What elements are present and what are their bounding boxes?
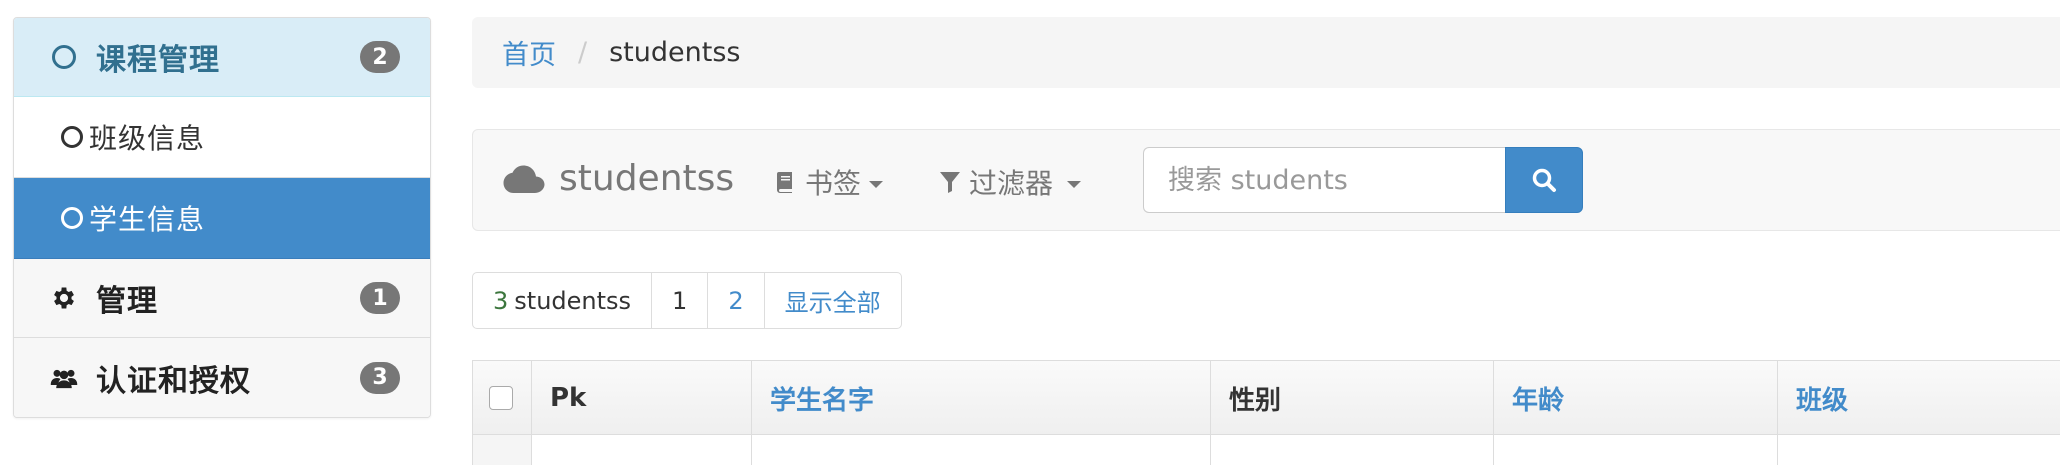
search-input[interactable] [1143, 147, 1505, 213]
model-title-text: studentss [559, 158, 735, 199]
page-1[interactable]: 1 [651, 272, 709, 329]
breadcrumb-separator: / [578, 37, 588, 68]
sidebar-group-label: 课程管理 [96, 43, 220, 78]
search-icon [1532, 168, 1556, 192]
sidebar-group-label: 认证和授权 [96, 363, 251, 399]
page-2[interactable]: 2 [707, 272, 765, 329]
users-icon [50, 364, 78, 392]
bookmarks-dropdown[interactable]: 书签 [773, 162, 884, 202]
model-title: studentss [503, 158, 734, 199]
bookmarks-label: 书签 [805, 167, 862, 200]
book-icon [777, 172, 792, 193]
count-badge: 1 [360, 282, 400, 314]
breadcrumb-home-link[interactable]: 首页 [502, 33, 556, 72]
breadcrumb-current: studentss [609, 37, 741, 68]
pagination: 3 studentss 1 2 显示全部 [472, 272, 902, 329]
column-header-pk: Pk [532, 361, 752, 435]
column-header-student-name[interactable]: 学生名字 [752, 361, 1211, 435]
result-count-number: 3 [493, 286, 509, 315]
result-count: 3 studentss [472, 272, 653, 329]
filter-dropdown[interactable]: 过滤器 [939, 162, 1082, 202]
breadcrumb: 首页 / studentss [472, 17, 2060, 88]
sidebar-item-label: 学生信息 [89, 203, 206, 236]
table-row [473, 435, 2060, 465]
sidebar-menu: 课程管理 2 班级信息 学生信息 管理 1 认证和授权 3 [13, 17, 431, 418]
chevron-down-icon [869, 180, 884, 188]
column-header-gender: 性别 [1211, 361, 1494, 435]
filter-icon [940, 172, 960, 193]
count-badge: 3 [360, 361, 400, 394]
table-header: Pk 学生名字 性别 年龄 班级 [473, 361, 2060, 435]
filter-label: 过滤器 [969, 167, 1054, 200]
chevron-down-icon [1067, 180, 1082, 188]
circle-icon [58, 204, 86, 232]
select-all-cell [473, 361, 532, 435]
gear-icon [50, 284, 78, 312]
circle-icon [58, 123, 86, 151]
column-header-class[interactable]: 班级 [1778, 361, 2060, 435]
cloud-icon [503, 165, 545, 193]
sidebar-item-label: 班级信息 [89, 122, 206, 155]
count-badge: 2 [360, 41, 400, 73]
sidebar-group-course-management[interactable]: 课程管理 2 [14, 18, 430, 97]
result-count-label: studentss [514, 286, 632, 315]
results-table: Pk 学生名字 性别 年龄 班级 [472, 360, 2060, 465]
sidebar-item-student-info[interactable]: 学生信息 [14, 178, 430, 259]
list-toolbar: studentss 书签 过滤器 [472, 129, 2060, 231]
show-all-link[interactable]: 显示全部 [763, 272, 902, 329]
sidebar-group-label: 管理 [96, 284, 158, 319]
search-button[interactable] [1505, 147, 1583, 213]
select-all-checkbox[interactable] [489, 386, 513, 410]
sidebar-item-class-info[interactable]: 班级信息 [14, 97, 430, 178]
column-header-age[interactable]: 年龄 [1494, 361, 1778, 435]
sidebar-group-admin[interactable]: 管理 1 [14, 259, 430, 338]
circle-icon [50, 43, 78, 71]
sidebar-group-auth[interactable]: 认证和授权 3 [14, 338, 430, 417]
